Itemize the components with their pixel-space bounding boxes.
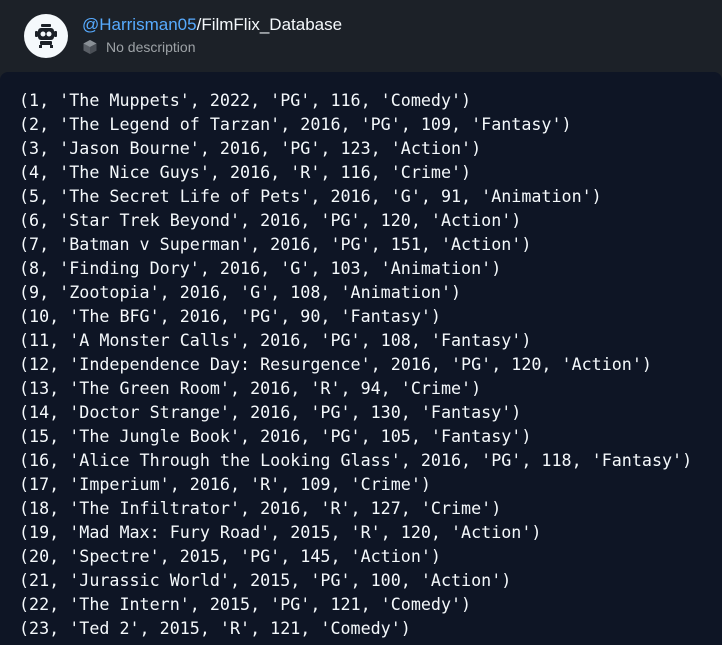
- console-line: (21, 'Jurassic World', 2015, 'PG', 100, …: [19, 570, 512, 590]
- console-line: (11, 'A Monster Calls', 2016, 'PG', 108,…: [19, 330, 532, 350]
- repl-header: @Harrisman05/FilmFlix_Database No descri…: [0, 0, 722, 72]
- console-line: (10, 'The BFG', 2016, 'PG', 90, 'Fantasy…: [19, 306, 441, 326]
- console-line: (2, 'The Legend of Tarzan', 2016, 'PG', …: [19, 114, 572, 134]
- console-line: (17, 'Imperium', 2016, 'R', 109, 'Crime'…: [19, 474, 431, 494]
- console-line: (22, 'The Intern', 2015, 'PG', 121, 'Com…: [19, 594, 472, 614]
- repl-name: FilmFlix_Database: [201, 15, 343, 34]
- console-line: (5, 'The Secret Life of Pets', 2016, 'G'…: [19, 186, 602, 206]
- package-icon: [83, 40, 97, 54]
- description-text: No description: [106, 39, 196, 55]
- console-line: (9, 'Zootopia', 2016, 'G', 108, 'Animati…: [19, 282, 462, 302]
- console-line: (8, 'Finding Dory', 2016, 'G', 103, 'Ani…: [19, 258, 502, 278]
- console-line: (20, 'Spectre', 2015, 'PG', 145, 'Action…: [19, 546, 441, 566]
- console-line: (7, 'Batman v Superman', 2016, 'PG', 151…: [19, 234, 532, 254]
- console-line: (1, 'The Muppets', 2022, 'PG', 116, 'Com…: [19, 90, 472, 110]
- robot-avatar-icon[interactable]: [24, 14, 68, 58]
- console-line: (19, 'Mad Max: Fury Road', 2015, 'R', 12…: [19, 522, 542, 542]
- console-line: (15, 'The Jungle Book', 2016, 'PG', 105,…: [19, 426, 532, 446]
- console-line: (13, 'The Green Room', 2016, 'R', 94, 'C…: [19, 378, 482, 398]
- repl-description: No description: [82, 38, 196, 56]
- repl-title: @Harrisman05/FilmFlix_Database: [82, 15, 342, 35]
- console-line: (23, 'Ted 2', 2015, 'R', 121, 'Comedy'): [19, 618, 411, 638]
- owner-link[interactable]: @Harrisman05: [82, 15, 197, 34]
- console-line: (4, 'The Nice Guys', 2016, 'R', 116, 'Cr…: [19, 162, 472, 182]
- console-line: (14, 'Doctor Strange', 2016, 'PG', 130, …: [19, 402, 522, 422]
- console-line: (12, 'Independence Day: Resurgence', 201…: [19, 354, 652, 374]
- console-output[interactable]: (1, 'The Muppets', 2022, 'PG', 116, 'Com…: [0, 72, 722, 645]
- console-line: (6, 'Star Trek Beyond', 2016, 'PG', 120,…: [19, 210, 522, 230]
- console-line: (3, 'Jason Bourne', 2016, 'PG', 123, 'Ac…: [19, 138, 482, 158]
- console-line: (18, 'The Infiltrator', 2016, 'R', 127, …: [19, 498, 502, 518]
- console-line: (16, 'Alice Through the Looking Glass', …: [19, 450, 693, 470]
